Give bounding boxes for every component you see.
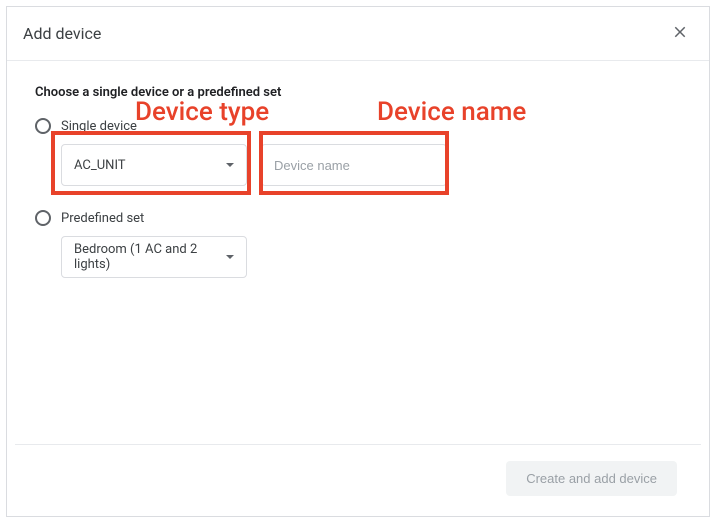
- single-device-controls: AC_UNIT: [61, 144, 681, 186]
- close-icon: [671, 23, 689, 44]
- instruction-text: Choose a single device or a predefined s…: [35, 85, 681, 100]
- single-device-label: Single device: [61, 119, 137, 134]
- single-device-radio[interactable]: [35, 118, 51, 134]
- dialog-footer: Create and add device: [15, 444, 701, 516]
- device-name-input[interactable]: [261, 144, 447, 186]
- dialog-header: Add device: [7, 7, 709, 61]
- single-device-option: Single device: [35, 118, 681, 134]
- close-button[interactable]: [667, 19, 693, 48]
- predefined-section: Predefined set Bedroom (1 AC and 2 light…: [35, 210, 681, 278]
- dialog-title: Add device: [23, 24, 101, 43]
- dialog-content: Choose a single device or a predefined s…: [7, 61, 709, 444]
- predefined-select[interactable]: Bedroom (1 AC and 2 lights): [61, 236, 247, 278]
- device-type-value: AC_UNIT: [74, 158, 226, 173]
- create-add-device-button[interactable]: Create and add device: [506, 461, 677, 496]
- predefined-radio[interactable]: [35, 210, 51, 226]
- chevron-down-icon: [226, 163, 234, 167]
- predefined-label: Predefined set: [61, 211, 144, 226]
- chevron-down-icon: [226, 255, 234, 259]
- predefined-select-value: Bedroom (1 AC and 2 lights): [74, 242, 226, 272]
- predefined-option: Predefined set: [35, 210, 681, 226]
- add-device-dialog: Add device Choose a single device or a p…: [6, 6, 710, 517]
- device-type-select[interactable]: AC_UNIT: [61, 144, 247, 186]
- predefined-controls: Bedroom (1 AC and 2 lights): [61, 236, 681, 278]
